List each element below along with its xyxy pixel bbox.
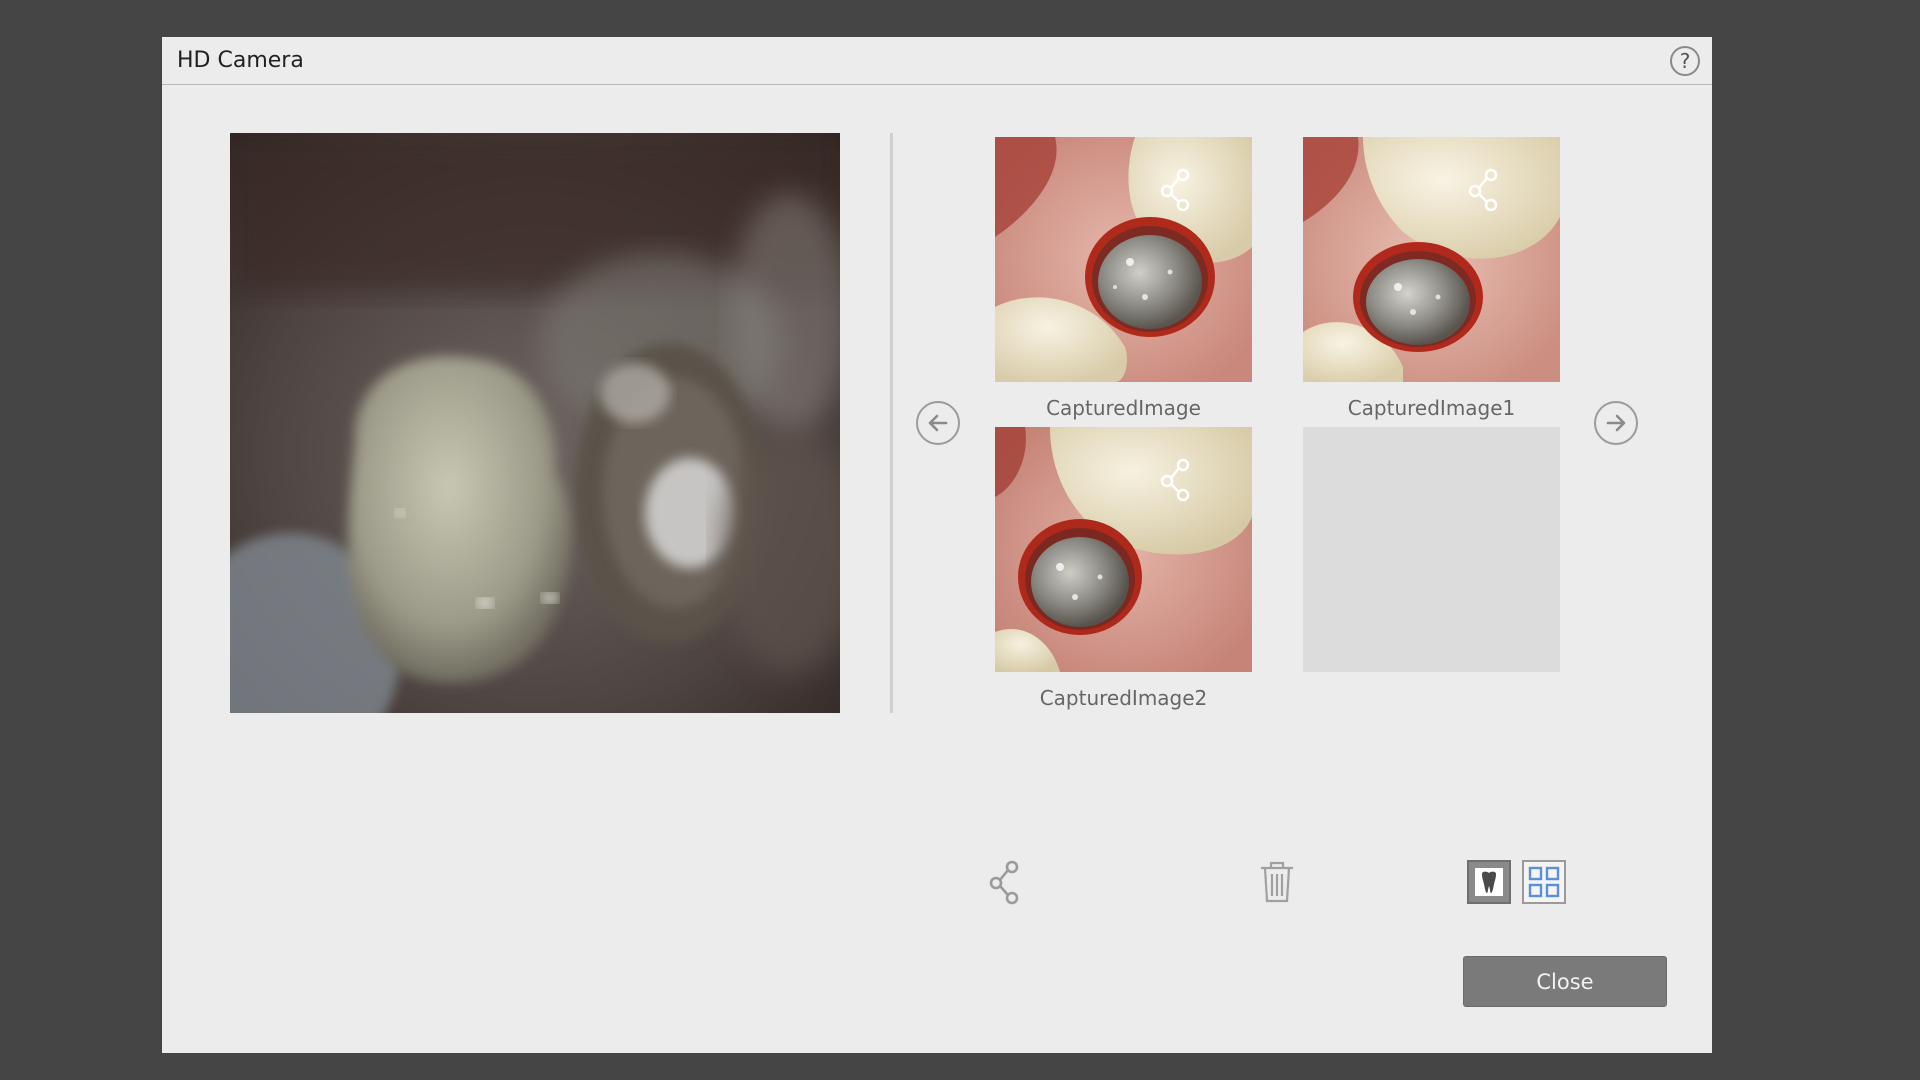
delete-button[interactable] [1257, 859, 1297, 905]
share-icon[interactable] [1158, 457, 1202, 501]
dialog-title: HD Camera [177, 48, 304, 73]
help-button[interactable]: ? [1670, 46, 1700, 76]
live-camera-image [230, 133, 840, 713]
captured-image-photo [995, 137, 1252, 382]
thumbnail-label: CapturedImage2 [1039, 686, 1208, 710]
next-page-button[interactable] [1594, 401, 1638, 445]
panel-divider [890, 133, 893, 713]
previous-page-button[interactable] [916, 401, 960, 445]
arrow-left-icon [928, 414, 948, 432]
thumbnail-captured-image2[interactable] [995, 427, 1252, 672]
share-icon [989, 860, 1019, 905]
captured-image2-photo [995, 427, 1252, 672]
captured-image1-photo [1303, 137, 1560, 382]
hd-camera-dialog: HD Camera ? CapturedImage CapturedImage1… [162, 37, 1712, 1053]
thumbnail-label: CapturedImage1 [1347, 396, 1516, 420]
grid-icon [1528, 866, 1560, 898]
arrow-right-icon [1606, 414, 1626, 432]
thumbnail-captured-image1[interactable] [1303, 137, 1560, 382]
tooth-icon [1475, 868, 1503, 896]
grid-view-toggle[interactable] [1522, 860, 1566, 904]
thumbnail-captured-image[interactable] [995, 137, 1252, 382]
share-button[interactable] [988, 859, 1032, 905]
share-icon[interactable] [1158, 167, 1202, 211]
live-camera-view [230, 133, 840, 713]
single-view-toggle[interactable] [1467, 860, 1511, 904]
share-icon[interactable] [1466, 167, 1510, 211]
trash-icon [1261, 861, 1293, 903]
title-bar: HD Camera ? [162, 37, 1712, 85]
empty-thumbnail-slot [1303, 427, 1560, 672]
thumbnail-label: CapturedImage [1046, 396, 1201, 420]
close-button[interactable]: Close [1463, 956, 1667, 1007]
